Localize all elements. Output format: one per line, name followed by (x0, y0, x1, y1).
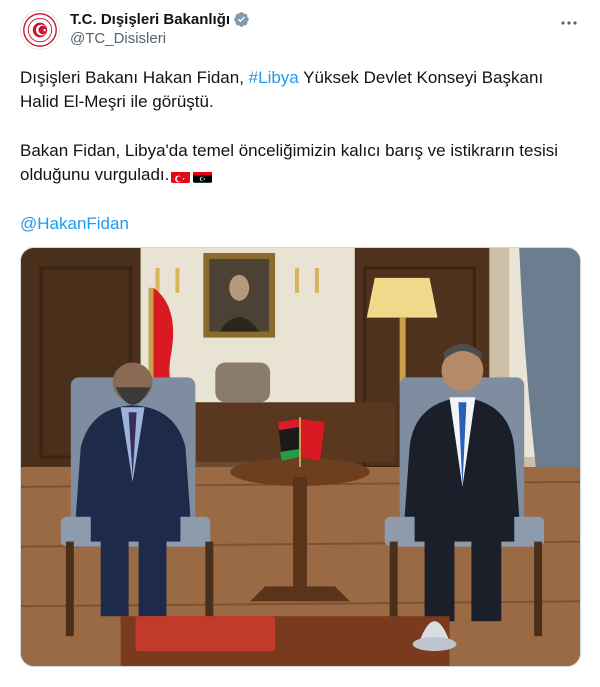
tweet-paragraph-1: Dışişleri Bakanı Hakan Fidan, #Libya Yük… (20, 66, 580, 114)
tweet-text: Dışişleri Bakanı Hakan Fidan, #Libya Yük… (20, 66, 580, 236)
account-handle[interactable]: @TC_Disisleri (70, 30, 250, 47)
verified-badge-icon (234, 12, 249, 27)
text-line1-pre: Dışişleri Bakanı Hakan Fidan, (20, 68, 249, 87)
avatar[interactable] (20, 10, 60, 50)
libya-flag-icon (193, 169, 213, 183)
tweet-photo[interactable] (20, 247, 581, 667)
display-name[interactable]: T.C. Dışişleri Bakanlığı (70, 11, 230, 28)
text-line2: Bakan Fidan, Libya'da temel önceliğimizi… (20, 141, 559, 184)
turkey-flag-icon (171, 169, 191, 183)
tweet-paragraph-2: Bakan Fidan, Libya'da temel önceliğimizi… (20, 139, 580, 187)
ministry-seal-icon (23, 13, 57, 47)
account-names: T.C. Dışişleri Bakanlığı @TC_Disisleri (70, 11, 250, 47)
more-options-icon[interactable] (558, 12, 580, 34)
tweet-card: T.C. Dışişleri Bakanlığı @TC_Disisleri D… (0, 0, 600, 687)
flag-emojis (171, 169, 213, 183)
mention-link[interactable]: @HakanFidan (20, 212, 580, 236)
tweet-header: T.C. Dışişleri Bakanlığı @TC_Disisleri (20, 10, 584, 54)
hashtag-link[interactable]: #Libya (249, 68, 299, 87)
name-row: T.C. Dışişleri Bakanlığı (70, 11, 250, 28)
meeting-photo (21, 248, 580, 666)
more-dots-icon (561, 21, 577, 25)
